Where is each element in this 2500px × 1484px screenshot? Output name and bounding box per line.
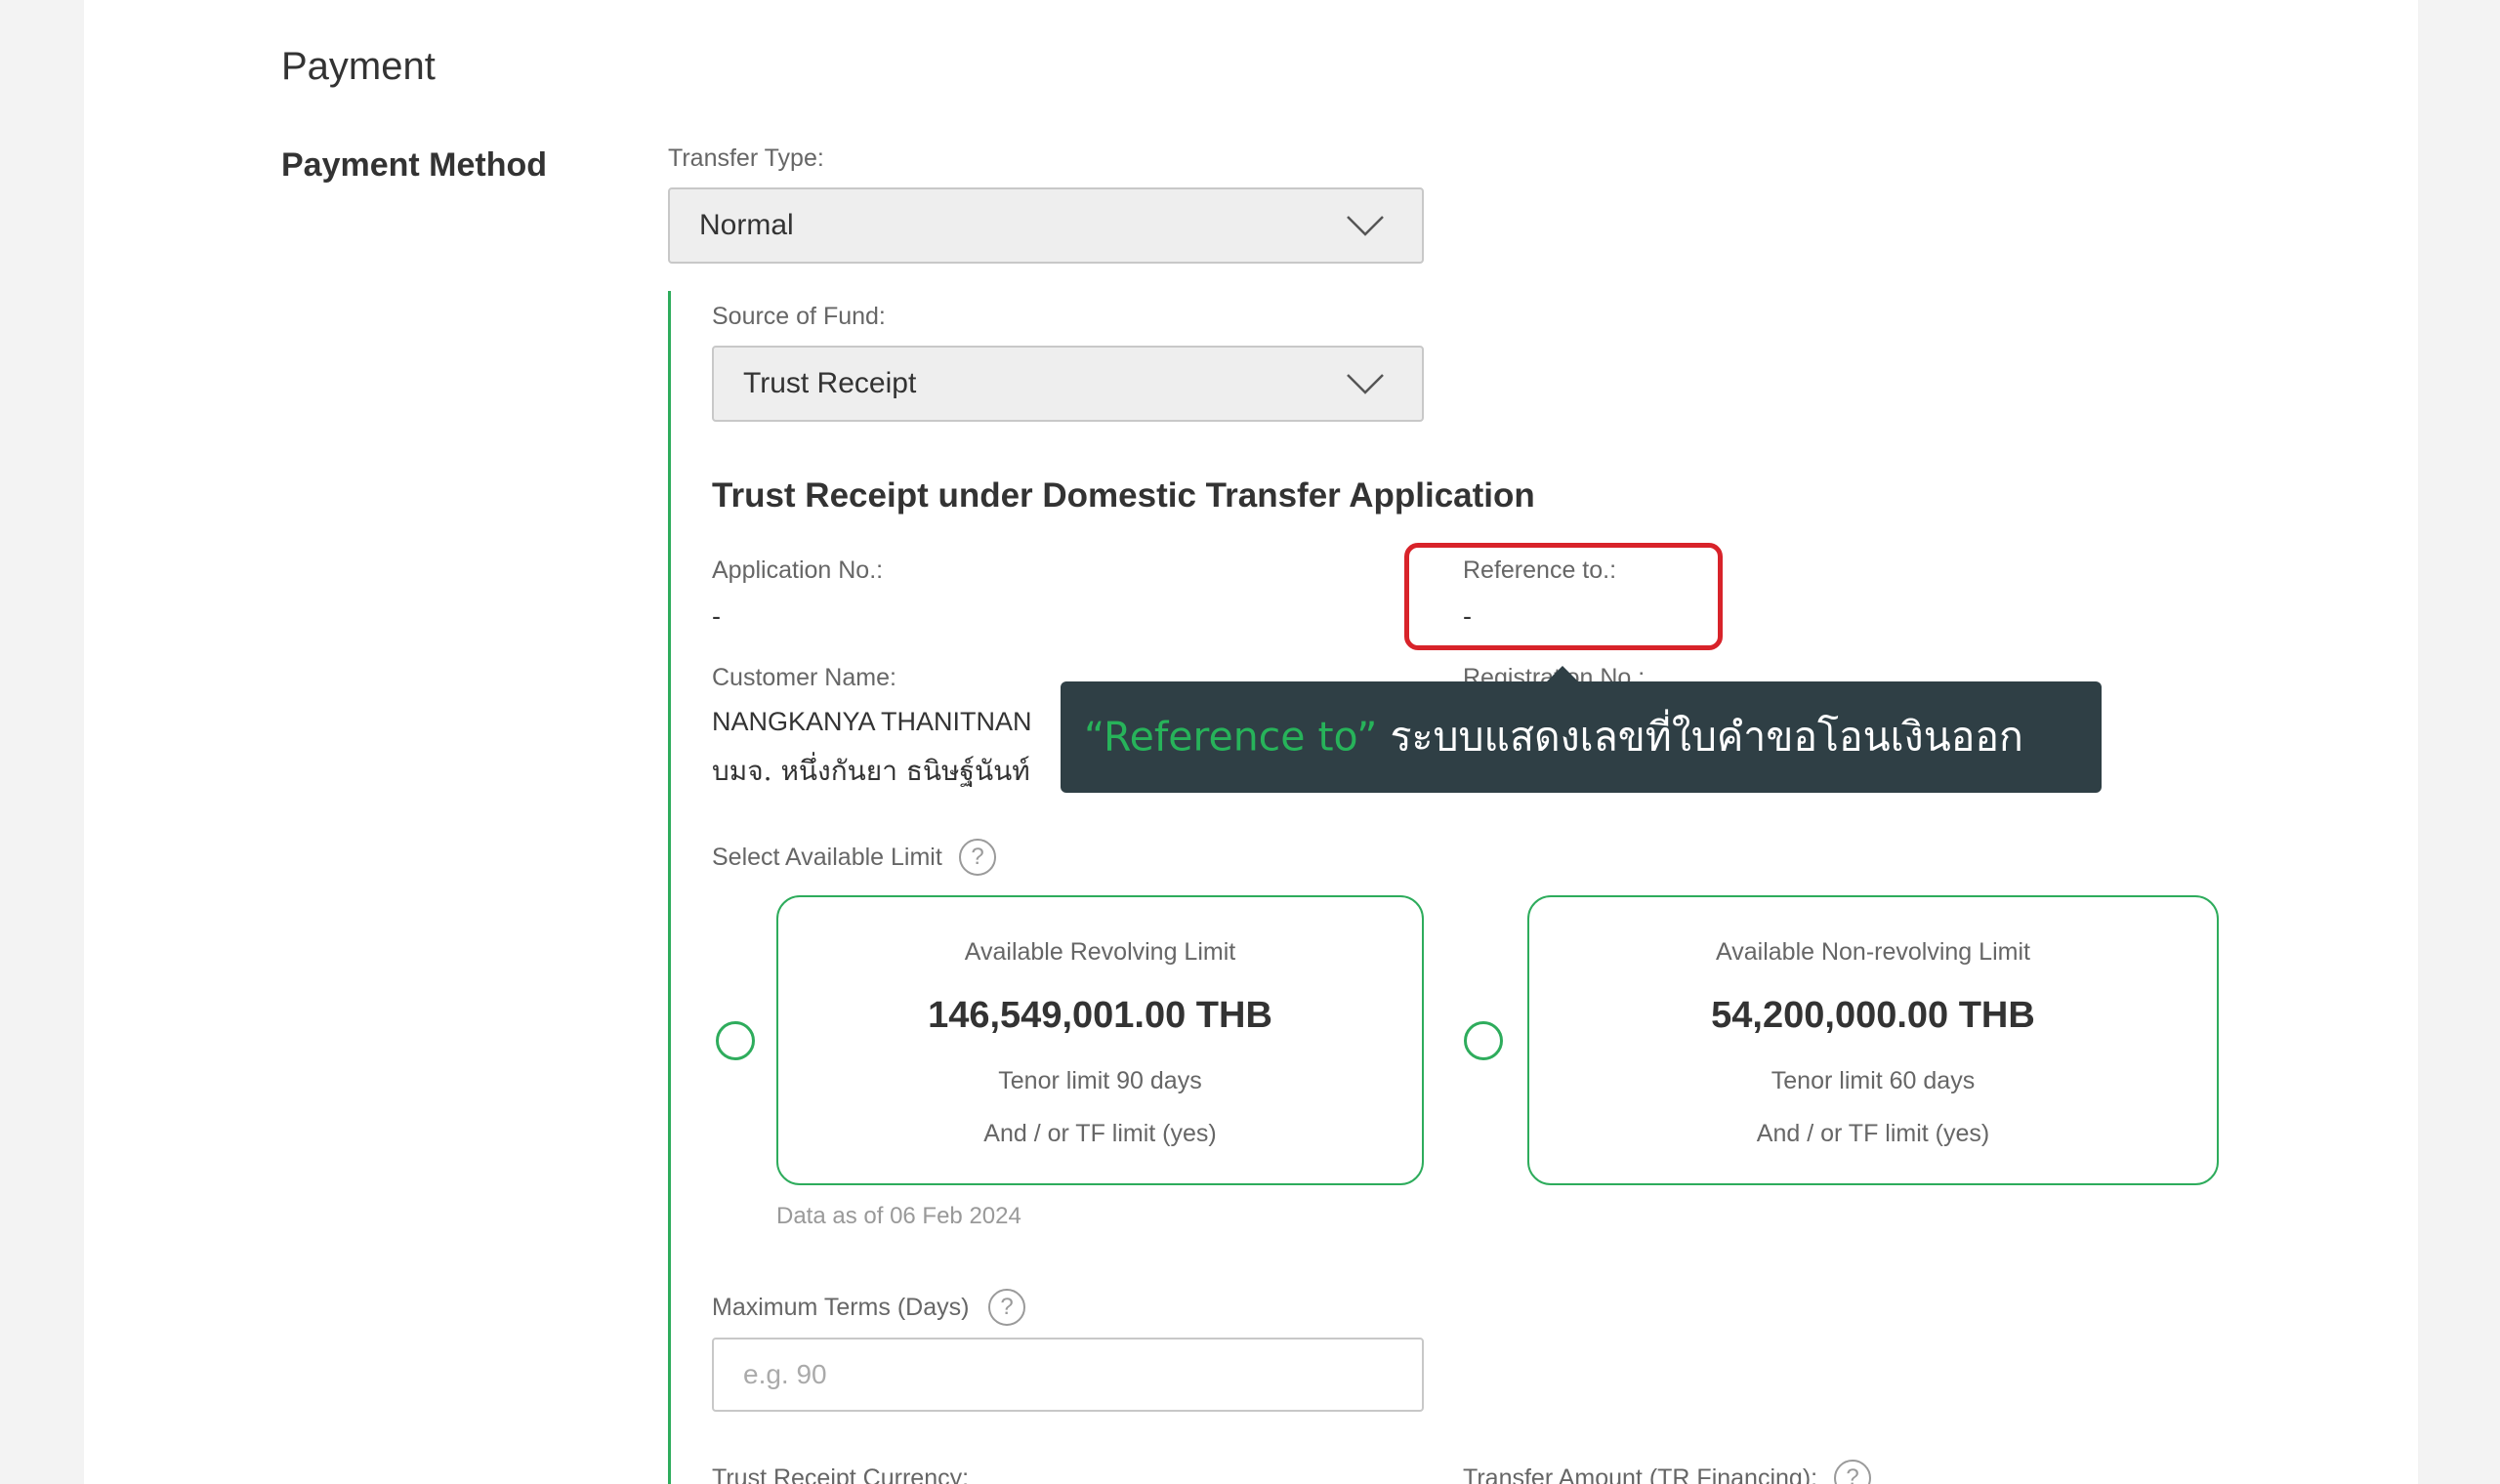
payment-method-label: Payment Method [281, 146, 548, 184]
limit-title: Available Non-revolving Limit [1716, 938, 2030, 966]
max-terms-label: Maximum Terms (Days) [712, 1294, 970, 1321]
max-terms-input[interactable] [712, 1338, 1424, 1412]
help-icon[interactable]: ? [959, 839, 996, 876]
chevron-down-icon [1347, 216, 1384, 236]
help-icon[interactable]: ? [988, 1289, 1025, 1326]
data-as-of-note: Data as of 06 Feb 2024 [776, 1203, 1021, 1229]
application-heading: Trust Receipt under Domestic Transfer Ap… [712, 476, 1535, 515]
reference-highlight-box [1404, 543, 1723, 650]
limit-tenor: Tenor limit 90 days [998, 1067, 1202, 1094]
application-no-value: - [712, 601, 721, 631]
source-of-fund-select[interactable]: Trust Receipt [712, 346, 1424, 422]
customer-name-label: Customer Name: [712, 664, 896, 691]
transfer-amount-label: Transfer Amount (TR Financing): [1463, 1464, 1818, 1484]
customer-name-en: NANGKANYA THANITNAN [712, 707, 1032, 736]
select-limit-label: Select Available Limit [712, 844, 942, 871]
source-group-indicator [668, 291, 671, 1484]
currency-label: Trust Receipt Currency: [712, 1464, 970, 1484]
limit-title: Available Revolving Limit [964, 938, 1236, 966]
application-no-label: Application No.: [712, 556, 884, 584]
revolving-limit-radio[interactable] [716, 1021, 755, 1060]
source-of-fund-label: Source of Fund: [712, 303, 886, 330]
chevron-down-icon [1347, 374, 1384, 394]
transfer-type-label: Transfer Type: [668, 144, 824, 172]
limit-amount: 54,200,000.00 THB [1711, 995, 2035, 1036]
source-of-fund-value: Trust Receipt [743, 367, 917, 399]
revolving-limit-card[interactable]: Available Revolving Limit 146,549,001.00… [776, 895, 1424, 1185]
customer-name-th: บมจ. หนึ่งกันยา ธนิษฐ์นันท์ [712, 755, 1030, 787]
tooltip-keyword: “Reference to” [1084, 713, 1378, 761]
limit-tf: And / or TF limit (yes) [1756, 1120, 1990, 1147]
limit-tf: And / or TF limit (yes) [983, 1120, 1217, 1147]
reference-tooltip: “Reference to” ระบบแสดงเลขที่ใบคำขอโอนเง… [1061, 681, 2102, 793]
transfer-type-value: Normal [699, 209, 794, 241]
limit-tenor: Tenor limit 60 days [1771, 1067, 1976, 1094]
section-title: Payment [281, 45, 436, 88]
non-revolving-limit-card[interactable]: Available Non-revolving Limit 54,200,000… [1527, 895, 2219, 1185]
tooltip-text: “Reference to” ระบบแสดงเลขที่ใบคำขอโอนเง… [1084, 706, 2023, 769]
non-revolving-limit-radio[interactable] [1464, 1021, 1503, 1060]
tooltip-description: ระบบแสดงเลขที่ใบคำขอโอนเงินออก [1377, 713, 2023, 761]
limit-amount: 146,549,001.00 THB [928, 995, 1272, 1036]
transfer-type-select[interactable]: Normal [668, 187, 1424, 264]
